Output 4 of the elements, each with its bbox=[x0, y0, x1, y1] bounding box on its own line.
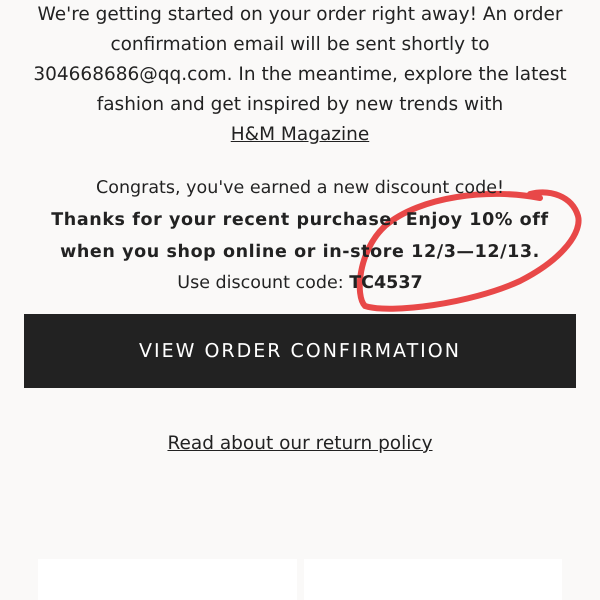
magazine-link[interactable]: H&M Magazine bbox=[230, 124, 370, 145]
view-order-confirmation-button[interactable]: VIEW ORDER CONFIRMATION bbox=[24, 314, 576, 388]
intro-paragraph: We're getting started on your order right away! An order confirmation email will be sent shortly to 304668686@qq.com. In the meantime, explore the latest fashion and get inspired by new trends with H&M Magazine bbox=[32, 3, 568, 147]
return-policy-link[interactable]: Read about our return policy bbox=[167, 433, 433, 454]
